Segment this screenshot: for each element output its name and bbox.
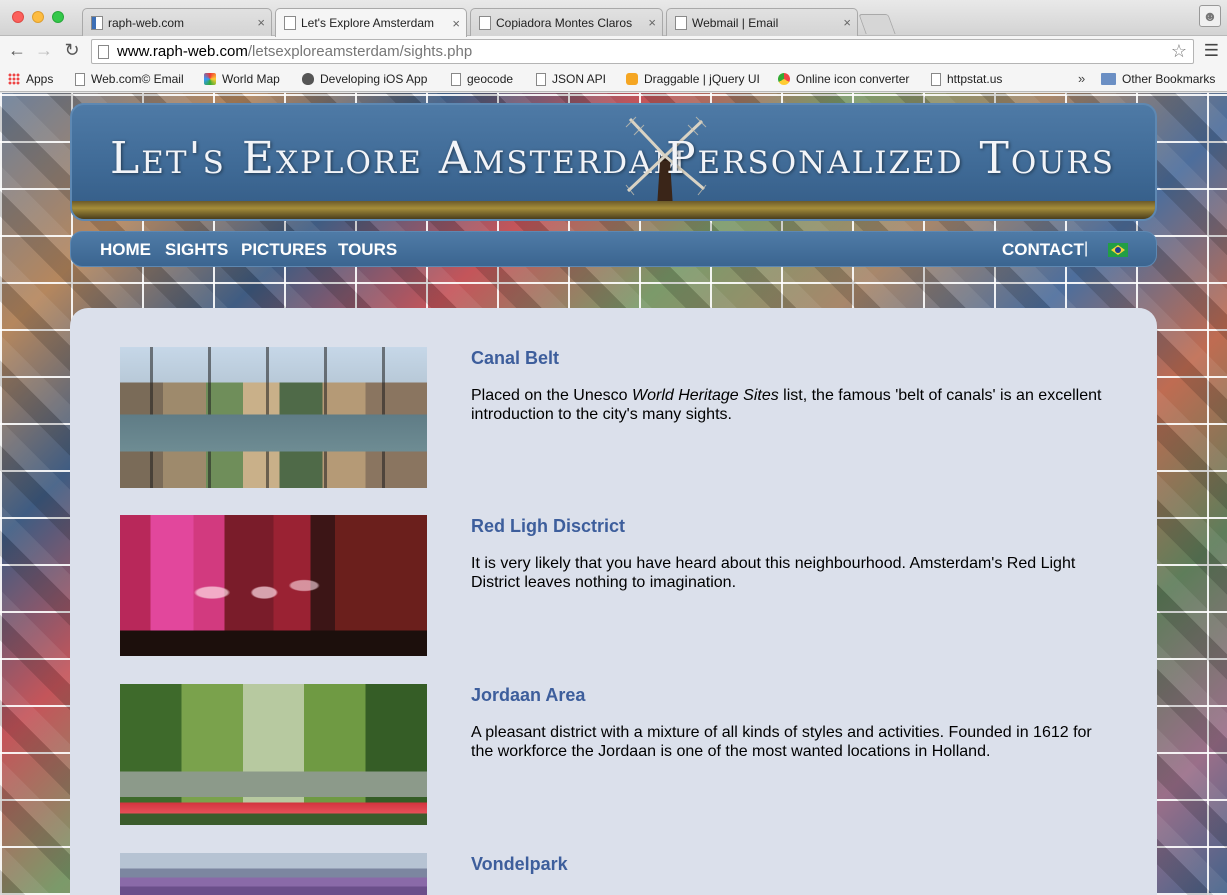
bookmark-json-api[interactable]: JSON API	[536, 72, 606, 86]
red-light-district-photo[interactable]	[120, 515, 427, 656]
bookmark-world-map[interactable]: World Map	[204, 72, 280, 86]
brazil-flag-icon[interactable]	[1108, 243, 1128, 257]
page-icon	[284, 16, 296, 30]
page-icon	[675, 15, 687, 30]
page-icon	[931, 72, 941, 86]
close-tab-icon[interactable]: ×	[452, 16, 460, 31]
jordaan-area-photo[interactable]	[120, 684, 427, 825]
tab-label: raph-web.com	[108, 15, 185, 30]
bookmarks-bar: Apps Web.com© Email World Map Developing…	[0, 67, 1227, 92]
tab-raph-web[interactable]: raph-web.com ×	[82, 8, 272, 36]
nav-contact[interactable]: CONTACT	[1002, 240, 1084, 260]
bookmark-online-icon-converter[interactable]: Online icon converter	[778, 72, 909, 86]
tab-label: Webmail | Email	[692, 15, 779, 30]
new-tab-button[interactable]	[858, 14, 896, 34]
other-bookmarks[interactable]: Other Bookmarks	[1101, 72, 1215, 86]
close-tab-icon[interactable]: ×	[843, 15, 851, 30]
sight-title[interactable]: Red Ligh Disctrict	[471, 516, 625, 537]
banner-subtitle: Personalized Tours	[665, 133, 1115, 184]
browser-titlebar: raph-web.com × Let's Explore Amsterdam ×…	[0, 0, 1227, 37]
vondelpark-photo[interactable]	[120, 853, 427, 895]
nav-sights[interactable]: SIGHTS	[165, 240, 228, 260]
profile-icon[interactable]: ☻	[1199, 5, 1221, 27]
sight-vondelpark: Vondelpark	[120, 853, 1120, 895]
chrome-icon	[778, 73, 790, 85]
folder-icon	[1101, 73, 1116, 85]
tab-label: Copiadora Montes Claros	[496, 15, 633, 30]
sight-description: A pleasant district with a mixture of al…	[471, 724, 1092, 760]
url-host: www.raph-web.com	[117, 43, 248, 60]
nav-separator: |	[1084, 240, 1089, 257]
world-map-icon	[204, 73, 216, 85]
bookmark-label: geocode	[467, 72, 514, 86]
tab-label: Let's Explore Amsterdam	[301, 16, 435, 30]
sight-description: It is very likely that you have heard ab…	[471, 555, 1076, 591]
sight-jordaan-area: Jordaan Area A pleasant district with a …	[120, 684, 1120, 825]
description-text: Placed on the Unesco	[471, 387, 632, 404]
back-arrow-icon[interactable]: ←	[6, 40, 28, 61]
bookmark-label: JSON API	[552, 72, 607, 86]
forward-arrow-icon[interactable]: →	[33, 40, 55, 61]
page-icon	[536, 72, 546, 86]
reload-icon[interactable]: ↻	[61, 40, 83, 61]
tab-webmail[interactable]: Webmail | Email ×	[666, 8, 858, 36]
bookmark-httpstat[interactable]: httpstat.us	[931, 72, 1002, 86]
bookmark-web-email[interactable]: Web.com© Email	[75, 72, 184, 86]
tab-lets-explore-amsterdam[interactable]: Let's Explore Amsterdam ×	[275, 8, 467, 37]
sight-canal-belt: Canal Belt Placed on the Unesco World He…	[120, 347, 1120, 488]
close-window-button[interactable]	[12, 11, 24, 23]
bookmark-label: Developing iOS App	[320, 72, 428, 86]
apple-icon	[302, 73, 314, 85]
address-bar[interactable]: www.raph-web.com/letsexploreamsterdam/si…	[91, 39, 1194, 64]
sight-title[interactable]: Canal Belt	[471, 348, 559, 369]
page-icon	[98, 44, 109, 59]
browser-toolbar: ← → ↻ www.raph-web.com/letsexploreamster…	[0, 36, 1227, 67]
bookmark-label: Online icon converter	[796, 72, 910, 86]
page-icon	[479, 15, 491, 30]
bookmark-label: httpstat.us	[947, 72, 1003, 86]
bookmark-draggable-jquery-ui[interactable]: Draggable | jQuery UI	[626, 72, 760, 86]
bookmark-star-icon[interactable]: ☆	[1171, 41, 1187, 62]
minimize-window-button[interactable]	[32, 11, 44, 23]
page-icon	[91, 15, 103, 30]
close-tab-icon[interactable]: ×	[257, 15, 265, 30]
bookmark-label: Web.com© Email	[91, 72, 184, 86]
nav-tours[interactable]: TOURS	[338, 240, 397, 260]
apps-icon	[8, 73, 20, 85]
close-tab-icon[interactable]: ×	[648, 15, 656, 30]
canal-belt-photo[interactable]	[120, 347, 427, 488]
main-nav: HOME SIGHTS PICTURES TOURS CONTACT |	[70, 231, 1157, 267]
description-emphasis: World Heritage Sites	[632, 387, 779, 404]
bookmarks-overflow-icon[interactable]: »	[1078, 71, 1085, 86]
banner-title: Let's Explore Amsterdam	[110, 133, 688, 184]
bookmark-label: Other Bookmarks	[1122, 72, 1216, 86]
menu-icon[interactable]: ☰	[1204, 41, 1219, 61]
zoom-window-button[interactable]	[52, 11, 64, 23]
bookmark-geocode[interactable]: geocode	[451, 72, 513, 86]
bookmark-label: Apps	[26, 72, 54, 86]
nav-home[interactable]: HOME	[100, 240, 151, 260]
jquery-icon	[626, 73, 638, 85]
sights-content: Canal Belt Placed on the Unesco World He…	[70, 308, 1157, 895]
bookmark-developing-ios-app[interactable]: Developing iOS App	[302, 72, 427, 86]
nav-pictures[interactable]: PICTURES	[241, 240, 327, 260]
page-viewport: Let's Explore Amsterdam Personalized Tou…	[0, 93, 1227, 895]
bookmark-apps[interactable]: Apps	[8, 72, 53, 86]
url-path: /letsexploreamsterdam/sights.php	[247, 43, 473, 60]
sight-description: Placed on the Unesco World Heritage Site…	[471, 386, 1111, 424]
page-icon	[75, 72, 85, 86]
sight-title[interactable]: Vondelpark	[471, 854, 568, 875]
bookmark-label: World Map	[222, 72, 280, 86]
bookmark-label: Draggable | jQuery UI	[644, 72, 760, 86]
sight-red-light-district: Red Ligh Disctrict It is very likely tha…	[120, 515, 1120, 656]
page-icon	[451, 72, 461, 86]
sight-title[interactable]: Jordaan Area	[471, 685, 585, 706]
tab-copiadora-montes-claros[interactable]: Copiadora Montes Claros ×	[470, 8, 663, 36]
site-banner: Let's Explore Amsterdam Personalized Tou…	[70, 103, 1157, 221]
